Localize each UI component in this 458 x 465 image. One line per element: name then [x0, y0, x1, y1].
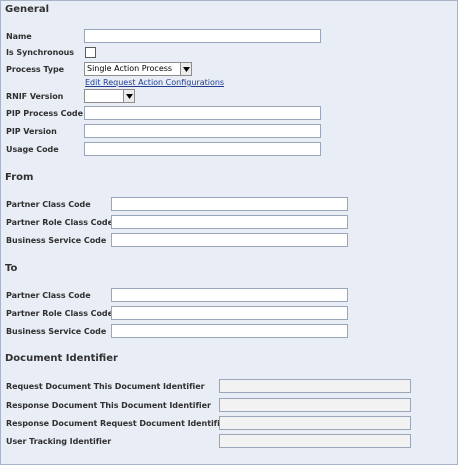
to-partner-class-code-input[interactable] [111, 288, 348, 302]
from-business-service-code-label: Business Service Code [6, 236, 107, 245]
rnif-version-label: RNIF Version [6, 92, 64, 101]
response-document-this-document-identifier-label: Response Document This Document Identifi… [6, 401, 211, 410]
name-input[interactable] [84, 29, 321, 43]
from-partner-role-class-code-input[interactable] [111, 215, 348, 229]
response-document-request-document-identifier-label: Response Document Request Document Ident… [6, 419, 230, 428]
rnif-version-select[interactable] [84, 89, 135, 103]
request-document-this-document-identifier-input[interactable] [219, 379, 411, 393]
response-document-request-document-identifier-input[interactable] [219, 416, 411, 430]
to-partner-role-class-code-input[interactable] [111, 306, 348, 320]
section-to-heading: To [5, 263, 18, 274]
to-partner-role-class-code-label: Partner Role Class Code [6, 309, 113, 318]
user-tracking-identifier-input[interactable] [219, 434, 411, 448]
section-document-identifier-heading: Document Identifier [5, 353, 118, 364]
chevron-down-icon[interactable] [180, 63, 191, 75]
usage-code-label: Usage Code [6, 145, 59, 154]
from-partner-role-class-code-label: Partner Role Class Code [6, 218, 113, 227]
from-business-service-code-input[interactable] [111, 233, 348, 247]
pip-version-input[interactable] [84, 124, 321, 138]
response-document-this-document-identifier-input[interactable] [219, 398, 411, 412]
request-document-this-document-identifier-label: Request Document This Document Identifie… [6, 382, 205, 391]
from-partner-class-code-label: Partner Class Code [6, 200, 91, 209]
section-general-heading: General [5, 4, 49, 15]
user-tracking-identifier-label: User Tracking Identifier [6, 437, 112, 446]
to-business-service-code-input[interactable] [111, 324, 348, 338]
process-type-label: Process Type [6, 65, 65, 74]
from-partner-class-code-input[interactable] [111, 197, 348, 211]
name-label: Name [6, 32, 32, 41]
section-from-heading: From [5, 172, 34, 183]
is-synchronous-label: Is Synchronous [6, 48, 75, 57]
process-type-value: Single Action Process [87, 64, 173, 73]
to-partner-class-code-label: Partner Class Code [6, 291, 91, 300]
chevron-down-icon[interactable] [123, 90, 134, 102]
process-type-select[interactable]: Single Action Process [84, 62, 192, 76]
pip-process-code-label: PIP Process Code [6, 109, 83, 118]
request-action-form: General Name Is Synchronous Process Type… [0, 0, 458, 465]
usage-code-input[interactable] [84, 142, 321, 156]
pip-process-code-input[interactable] [84, 106, 321, 120]
edit-request-action-configurations-link[interactable]: Edit Request Action Configurations [85, 77, 224, 89]
pip-version-label: PIP Version [6, 127, 57, 136]
is-synchronous-checkbox[interactable] [85, 47, 96, 58]
to-business-service-code-label: Business Service Code [6, 327, 107, 336]
